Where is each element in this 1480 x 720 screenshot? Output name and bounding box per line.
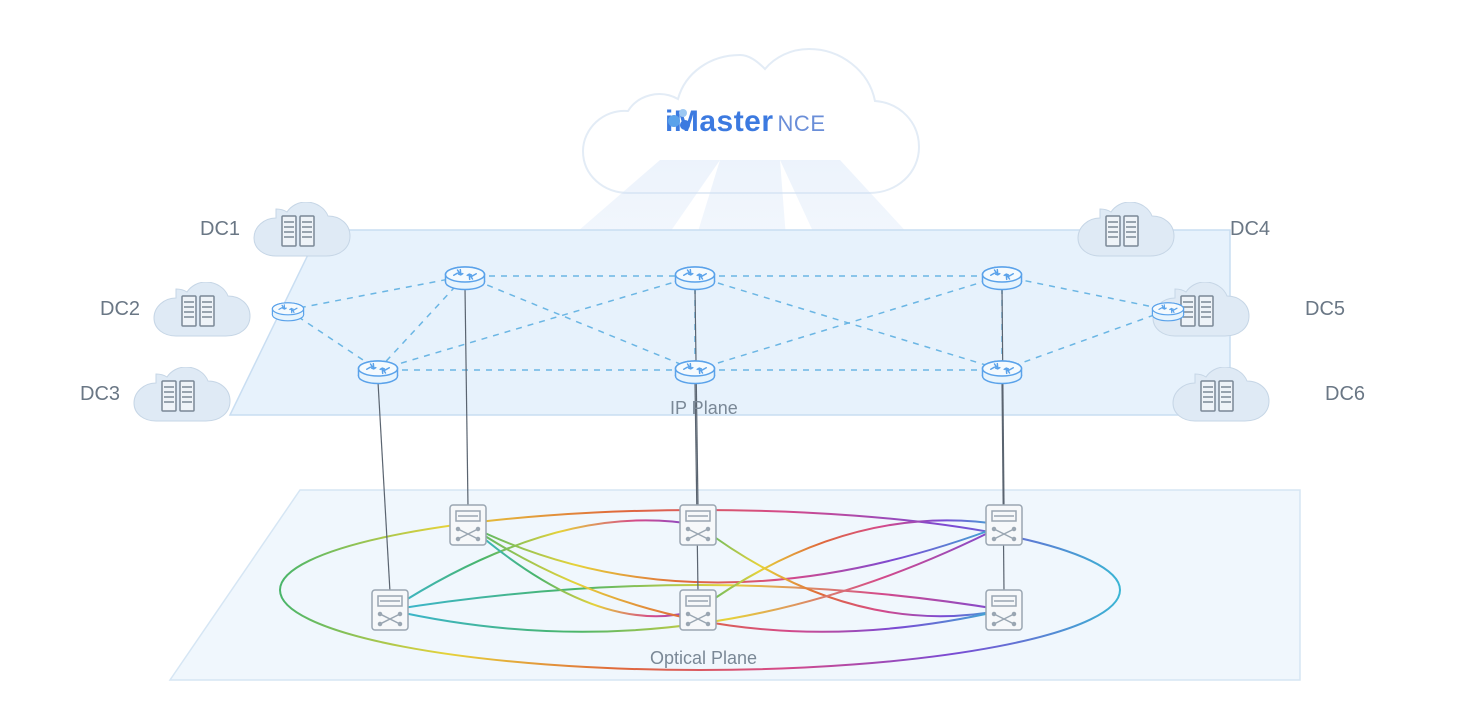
router-r6-icon [979,355,1025,385]
router-edgeL-icon [270,298,306,322]
oxc-o1-icon [370,588,410,632]
dc2-icon [146,282,236,330]
oxc-o3-icon [678,503,718,547]
oxc-o5-icon [984,503,1024,547]
router-r2-icon [442,261,488,291]
dc2-label: DC2 [100,298,140,321]
optical-plane-label: Optical Plane [650,648,757,669]
brand-sub: NCE [778,111,826,136]
dc4-icon [1070,202,1160,250]
dc1-icon [246,202,336,250]
dc6-label: DC6 [1325,383,1365,406]
brand-logo-icon [665,105,693,133]
router-r1-icon [355,355,401,385]
dc6-icon [1165,367,1255,415]
router-r4-icon [672,355,718,385]
dc4-label: DC4 [1230,218,1270,241]
router-r3-icon [672,261,718,291]
dc1-label: DC1 [200,218,240,241]
diagram-root: { "brand": {"main":"iMaster","sub":"NCE"… [0,0,1480,720]
oxc-o4-icon [678,588,718,632]
oxc-o2-icon [448,503,488,547]
dc3-icon [126,367,216,415]
oxc-o6-icon [984,588,1024,632]
dc3-label: DC3 [80,383,120,406]
router-edgeR-icon [1150,298,1186,322]
ip-plane-label: IP Plane [670,398,738,419]
dc5-label: DC5 [1305,298,1345,321]
brand-text: iMasterNCE [665,105,826,139]
router-r5-icon [979,261,1025,291]
